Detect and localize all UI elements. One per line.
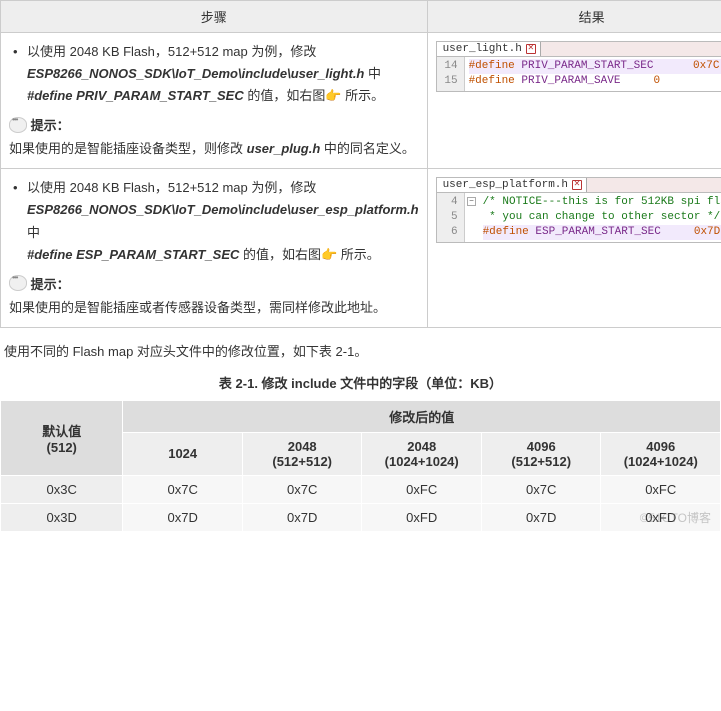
fold-gutter: − (465, 193, 479, 242)
editor-tab-bar: user_esp_platform.h ✕ (437, 178, 721, 193)
editor-tab[interactable]: user_light.h ✕ (437, 42, 541, 56)
col-header: 2048(512+512) (242, 432, 362, 475)
table-row: 以使用 2048 KB Flash，512+512 map 为例，修改 ESP8… (1, 33, 721, 169)
header-result: 结果 (427, 1, 721, 33)
tip-body: 如果使用的是智能插座设备类型，则修改 user_plug.h 中的同名定义。 (9, 138, 419, 160)
filename: user_esp_platform.h (443, 179, 568, 191)
close-icon[interactable]: ✕ (526, 44, 536, 54)
tip-header: 提示： (9, 274, 419, 293)
line-gutter: 4 5 6 (437, 193, 465, 242)
data-row: 0x3C 0x7C 0x7C 0xFC 0x7C 0xFC (1, 475, 721, 503)
code-content: #define PRIV_PARAM_START_SEC 0x7C #defin… (465, 57, 721, 91)
filename: user_light.h (443, 43, 522, 55)
data-row: 0x3D 0x7D 0x7D 0xFD 0x7D 0xFD (1, 503, 721, 531)
intro-text: 使用不同的 Flash map 对应头文件中的修改位置，如下表 2-1。 (4, 342, 717, 363)
fold-minus-icon[interactable]: − (467, 197, 476, 206)
line-gutter: 14 15 (437, 57, 465, 91)
col-header: 4096(512+512) (481, 432, 601, 475)
step-bullet: 以使用 2048 KB Flash，512+512 map 为例，修改 ESP8… (13, 41, 419, 107)
flash-map-table: 默认值 (512) 修改后的值 1024 2048(512+512) 2048(… (0, 400, 721, 532)
define-name: #define ESP_PARAM_START_SEC (27, 247, 239, 262)
code-editor: user_esp_platform.h ✕ 4 5 6 − /* NOTICE-… (436, 177, 721, 243)
tip-header: 提示： (9, 115, 419, 134)
code-path: ESP8266_NONOS_SDK\IoT_Demo\include\user_… (27, 202, 419, 217)
speech-bubble-icon (9, 117, 27, 133)
col-header: 1024 (123, 432, 243, 475)
step-bullet: 以使用 2048 KB Flash，512+512 map 为例，修改 ESP8… (13, 177, 419, 265)
header-steps: 步骤 (1, 1, 428, 33)
steps-result-table: 步骤 结果 以使用 2048 KB Flash，512+512 map 为例，修… (0, 0, 721, 328)
table-row: 以使用 2048 KB Flash，512+512 map 为例，修改 ESP8… (1, 169, 721, 327)
code-editor: user_light.h ✕ 14 15 #define PRIV_PARAM_… (436, 41, 721, 92)
col-header: 4096(1024+1024) (601, 432, 721, 475)
tip-body: 如果使用的是智能插座或者传感器设备类型，需同样修改此地址。 (9, 297, 419, 319)
editor-tab[interactable]: user_esp_platform.h ✕ (437, 178, 587, 192)
speech-bubble-icon (9, 275, 27, 291)
table2-caption: 表 2-1. 修改 include 文件中的字段（单位：KB） (0, 373, 721, 392)
code-path: ESP8266_NONOS_SDK\IoT_Demo\include\user_… (27, 66, 364, 81)
editor-tab-bar: user_light.h ✕ (437, 42, 721, 57)
code-content: /* NOTICE---this is for 512KB spi flash.… (479, 193, 721, 242)
col-group-label: 修改后的值 (123, 400, 721, 432)
col-header: 2048(1024+1024) (362, 432, 482, 475)
row-header-label: 默认值 (512) (1, 400, 123, 475)
close-icon[interactable]: ✕ (572, 180, 582, 190)
define-name: #define PRIV_PARAM_START_SEC (27, 88, 244, 103)
